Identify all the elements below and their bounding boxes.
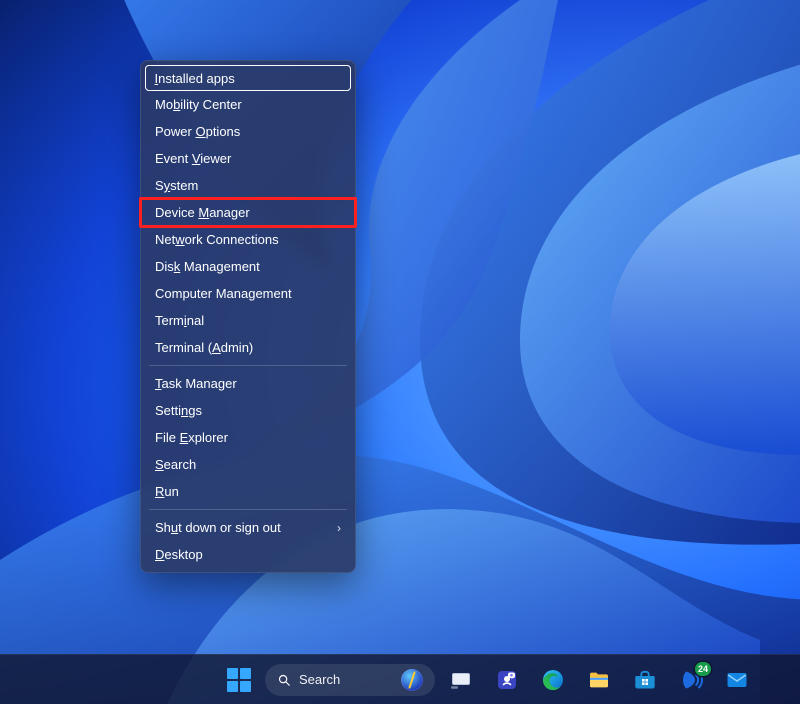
winx-item-label: Computer Management: [155, 286, 292, 301]
mail-button[interactable]: [717, 660, 757, 700]
winx-item-label: Terminal (Admin): [155, 340, 253, 355]
winx-item-label: Shut down or sign out: [155, 520, 281, 535]
winx-item-label: Device Manager: [155, 205, 250, 220]
file-explorer-button[interactable]: [579, 660, 619, 700]
bing-orb-icon: [401, 669, 423, 691]
search-icon: [277, 673, 291, 687]
taskview-button[interactable]: [441, 660, 481, 700]
winx-menu[interactable]: Installed apps Mobility Center Power Optio…: [140, 60, 356, 573]
windows-logo-icon: [227, 668, 251, 692]
taskview-icon: [449, 668, 473, 692]
winx-item-label: Disk Management: [155, 259, 260, 274]
menu-separator: [149, 509, 347, 510]
winx-item[interactable]: Settings: [145, 397, 351, 424]
phone-link-button[interactable]: 24: [671, 660, 711, 700]
winx-item[interactable]: System: [145, 172, 351, 199]
winx-item-label: File Explorer: [155, 430, 228, 445]
winx-item[interactable]: Computer Management: [145, 280, 351, 307]
folder-icon: [587, 668, 611, 692]
winx-item-label: Network Connections: [155, 232, 279, 247]
winx-item[interactable]: File Explorer: [145, 424, 351, 451]
phone-link-badge: 24: [695, 662, 711, 676]
winx-item[interactable]: Disk Management: [145, 253, 351, 280]
store-icon: [633, 668, 657, 692]
winx-item-label: Installed apps: [155, 71, 235, 86]
chat-button[interactable]: [487, 660, 527, 700]
winx-item[interactable]: Network Connections: [145, 226, 351, 253]
winx-item-label: Mobility Center: [155, 97, 242, 112]
taskbar-search-label: Search: [299, 672, 340, 687]
winx-item-label: Desktop: [155, 547, 203, 562]
winx-item[interactable]: Event Viewer: [145, 145, 351, 172]
taskbar-search[interactable]: Search: [265, 664, 435, 696]
menu-separator: [149, 365, 347, 366]
mail-icon: [725, 668, 749, 692]
winx-item-label: System: [155, 178, 198, 193]
chat-icon: [495, 668, 519, 692]
winx-item-label: Event Viewer: [155, 151, 231, 166]
winx-item-label: Settings: [155, 403, 202, 418]
winx-item[interactable]: Desktop: [145, 541, 351, 568]
winx-item[interactable]: Search: [145, 451, 351, 478]
winx-item-label: Power Options: [155, 124, 240, 139]
winx-item[interactable]: Terminal (Admin): [145, 334, 351, 361]
winx-item[interactable]: Task Manager: [145, 370, 351, 397]
desktop-wallpaper: [0, 0, 800, 704]
winx-item[interactable]: Installed apps: [145, 65, 351, 91]
edge-icon: [541, 668, 565, 692]
winx-item[interactable]: Power Options: [145, 118, 351, 145]
winx-item[interactable]: Mobility Center: [145, 91, 351, 118]
chevron-right-icon: ›: [337, 521, 341, 535]
winx-item[interactable]: Shut down or sign out ›: [145, 514, 351, 541]
microsoft-store-button[interactable]: [625, 660, 665, 700]
winx-item[interactable]: Terminal: [145, 307, 351, 334]
winx-item[interactable]: Run: [145, 478, 351, 505]
edge-button[interactable]: [533, 660, 573, 700]
start-button[interactable]: [219, 660, 259, 700]
winx-item-label: Run: [155, 484, 179, 499]
taskbar: Search: [0, 654, 800, 704]
winx-item-label: Terminal: [155, 313, 204, 328]
winx-item[interactable]: Device Manager: [145, 199, 351, 226]
winx-item-label: Search: [155, 457, 196, 472]
winx-item-label: Task Manager: [155, 376, 237, 391]
